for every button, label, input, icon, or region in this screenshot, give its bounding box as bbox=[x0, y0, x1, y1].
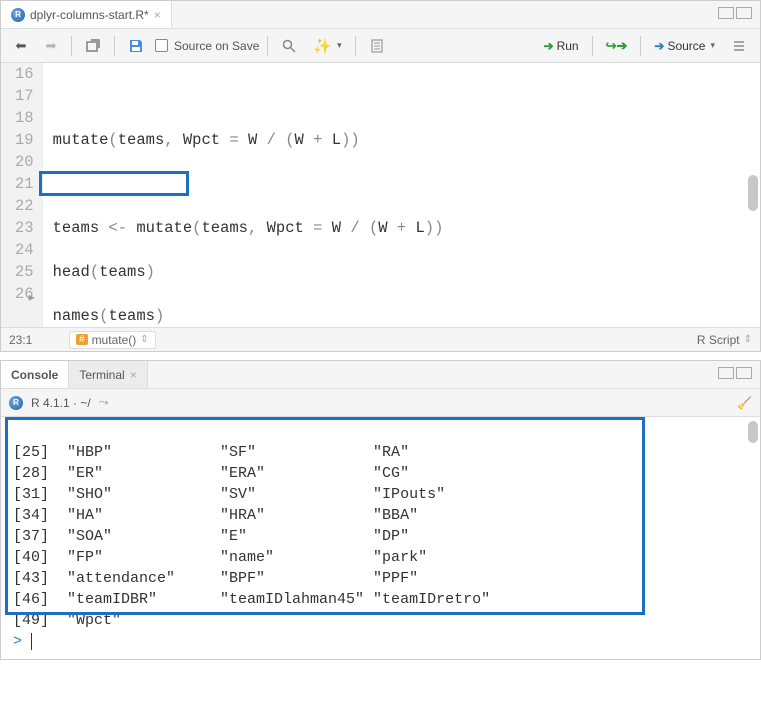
minimize-pane-icon[interactable] bbox=[718, 7, 734, 19]
code-line bbox=[53, 173, 750, 195]
editor-tab-label: dplyr-columns-start.R* bbox=[30, 8, 149, 22]
show-in-new-window-button[interactable] bbox=[80, 34, 106, 58]
chevron-down-icon: ▾ bbox=[337, 40, 342, 51]
editor-toolbar: ⬅ ➡ Source on Save ✨ ▾ ➔ Run bbox=[1, 29, 760, 63]
editor-tab[interactable]: R dplyr-columns-start.R* × bbox=[1, 1, 172, 28]
chevron-down-icon: ▾ bbox=[710, 40, 715, 51]
back-button[interactable]: ⬅ bbox=[9, 34, 33, 58]
source-on-save-label: Source on Save bbox=[174, 39, 259, 53]
save-icon bbox=[128, 38, 144, 54]
search-icon bbox=[281, 38, 297, 54]
rerun-button[interactable]: ↪➔ bbox=[601, 34, 633, 58]
terminal-tab[interactable]: Terminal × bbox=[69, 361, 147, 388]
source-label: Source bbox=[667, 39, 705, 53]
outline-button[interactable] bbox=[726, 34, 752, 58]
separator bbox=[592, 36, 593, 56]
separator bbox=[71, 36, 72, 56]
code-line: names(teams) bbox=[53, 305, 750, 327]
rerun-arrow-icon: ↪➔ bbox=[606, 38, 628, 54]
close-tab-icon[interactable]: × bbox=[130, 368, 137, 382]
popout-icon bbox=[85, 38, 101, 54]
clear-console-icon[interactable]: 🧹 bbox=[737, 396, 752, 410]
console-prompt: > bbox=[13, 633, 31, 650]
fold-arrow-icon[interactable]: ▸ bbox=[29, 287, 35, 309]
fn-badge-icon: # bbox=[76, 334, 88, 345]
forward-button[interactable]: ➡ bbox=[39, 34, 63, 58]
line-gutter: 1617181920212223242526 bbox=[1, 63, 43, 327]
code-editor[interactable]: 1617181920212223242526 mutate(teams, Wpc… bbox=[1, 63, 760, 327]
editor-tab-bar: R dplyr-columns-start.R* × bbox=[1, 1, 760, 29]
arrow-right-icon: ➡ bbox=[46, 38, 57, 54]
console-tab[interactable]: Console bbox=[1, 361, 69, 388]
code-line: mutate(teams, Wpct = W / (W + L)) bbox=[53, 129, 750, 151]
compile-report-button[interactable] bbox=[364, 34, 390, 58]
cursor-position: 23:1 bbox=[9, 333, 69, 347]
fn-context-label: mutate() bbox=[92, 333, 137, 347]
run-arrow-icon: ➔ bbox=[544, 39, 554, 53]
editor-scrollbar-thumb[interactable] bbox=[748, 175, 758, 211]
r-file-icon: R bbox=[11, 8, 25, 22]
arrow-left-icon: ⬅ bbox=[16, 38, 27, 54]
source-arrow-icon: ➔ bbox=[654, 39, 664, 53]
console-pane: Console Terminal × R R 4.1.1 · ~/ ⤳ 🧹 [2… bbox=[0, 360, 761, 660]
source-button[interactable]: ➔ Source ▾ bbox=[649, 34, 720, 58]
run-button[interactable]: ➔ Run bbox=[539, 34, 584, 58]
console-scrollbar-thumb[interactable] bbox=[748, 421, 758, 443]
separator bbox=[355, 36, 356, 56]
outline-icon bbox=[731, 38, 747, 54]
console-toolbar: R R 4.1.1 · ~/ ⤳ 🧹 bbox=[1, 389, 760, 417]
terminal-tab-label: Terminal bbox=[79, 368, 124, 382]
code-line bbox=[53, 85, 750, 107]
editor-status-bar: 23:1 # mutate() ⇕ R Script ⇕ bbox=[1, 327, 760, 351]
console-tab-label: Console bbox=[11, 368, 58, 382]
close-tab-icon[interactable]: × bbox=[154, 8, 161, 22]
code-area[interactable]: mutate(teams, Wpct = W / (W + L)) teams … bbox=[43, 63, 760, 327]
code-line: teams <- mutate(teams, Wpct = W / (W + L… bbox=[53, 217, 750, 239]
find-button[interactable] bbox=[276, 34, 302, 58]
source-on-save-checkbox[interactable] bbox=[155, 39, 168, 52]
code-tools-button[interactable]: ✨ ▾ bbox=[308, 34, 346, 58]
save-button[interactable] bbox=[123, 34, 149, 58]
editor-pane: R dplyr-columns-start.R* × ⬅ ➡ Source on… bbox=[0, 0, 761, 352]
notebook-icon bbox=[369, 38, 385, 54]
console-cursor bbox=[31, 633, 41, 650]
language-label[interactable]: R Script bbox=[697, 333, 740, 347]
console-tab-bar: Console Terminal × bbox=[1, 361, 760, 389]
separator bbox=[267, 36, 268, 56]
pane-window-controls bbox=[718, 7, 752, 19]
wand-icon: ✨ bbox=[313, 37, 332, 55]
function-context[interactable]: # mutate() ⇕ bbox=[69, 331, 156, 349]
separator bbox=[640, 36, 641, 56]
maximize-pane-icon[interactable] bbox=[736, 7, 752, 19]
updown-icon: ⇕ bbox=[140, 334, 148, 345]
run-label: Run bbox=[557, 39, 579, 53]
r-logo-icon: R bbox=[9, 396, 23, 410]
minimize-pane-icon[interactable] bbox=[718, 367, 734, 379]
r-session-label: R 4.1.1 · ~/ bbox=[31, 396, 91, 410]
separator bbox=[114, 36, 115, 56]
updown-icon: ⇕ bbox=[744, 334, 752, 345]
wd-picker-icon[interactable]: ⤳ bbox=[99, 395, 109, 410]
code-line: head(teams) bbox=[53, 261, 750, 283]
maximize-pane-icon[interactable] bbox=[736, 367, 752, 379]
pane-window-controls bbox=[718, 367, 752, 379]
console-output[interactable]: [25] "HBP" "SF" "RA" [28] "ER" "ERA" "CG… bbox=[1, 417, 760, 659]
